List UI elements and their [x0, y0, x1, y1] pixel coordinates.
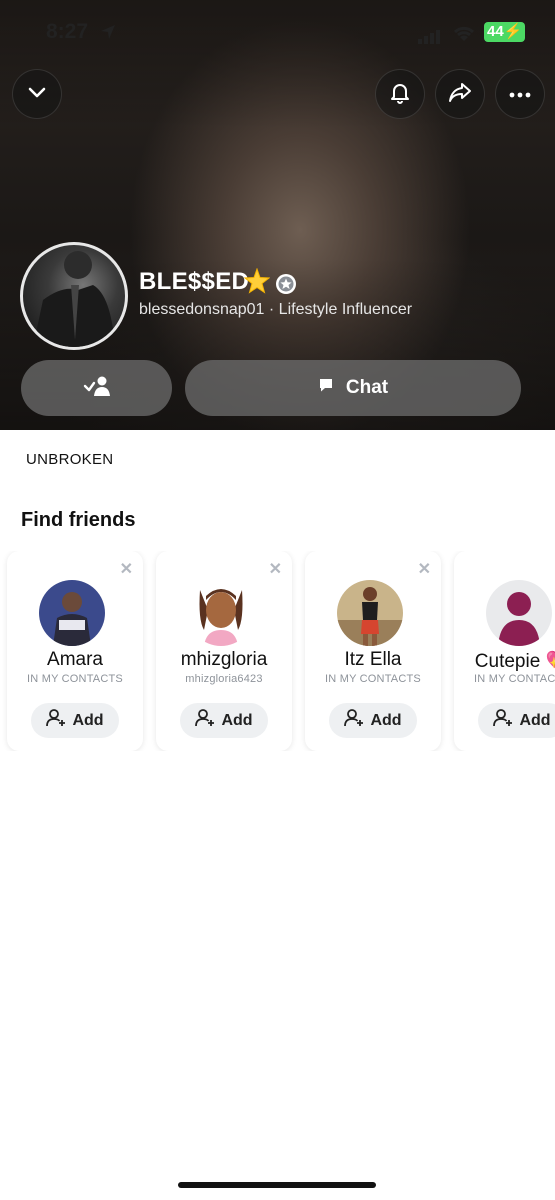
- add-label: Add: [519, 711, 551, 729]
- profile-header: 8:27 44⚡ BLE$$ED blessedonsnap01 · Lifes…: [0, 0, 555, 430]
- home-indicator[interactable]: [178, 1182, 376, 1188]
- share-button[interactable]: [435, 69, 485, 119]
- friend-card[interactable]: ✕ Itz Ella IN MY CONTACTS Add: [305, 551, 441, 751]
- friend-card[interactable]: ✕ Cutepie 💖 IN MY CONTACTS Add: [454, 551, 555, 751]
- add-friend-icon: [493, 709, 519, 732]
- notifications-button[interactable]: [375, 69, 425, 119]
- status-bar: 8:27 44⚡: [0, 14, 555, 50]
- friend-subtitle: IN MY CONTACTS: [474, 673, 555, 685]
- add-friend-icon: [195, 709, 221, 732]
- chat-bubble-icon: [318, 377, 346, 399]
- find-friends-title: Find friends: [21, 509, 136, 531]
- friend-card[interactable]: ✕ Amara IN MY CONTACTS Add: [7, 551, 143, 751]
- friend-subtitle: IN MY CONTACTS: [325, 673, 421, 685]
- battery-level: 44: [487, 23, 504, 40]
- battery-indicator: 44⚡: [484, 22, 526, 42]
- friend-avatar: [337, 580, 403, 646]
- location-arrow-icon: [100, 22, 116, 46]
- display-name: BLE$$ED: [139, 268, 250, 295]
- profile-category: Lifestyle Influencer: [278, 301, 413, 318]
- friend-avatar: [188, 580, 254, 646]
- add-friend-button[interactable]: Add: [31, 703, 119, 738]
- add-friend-button[interactable]: Add: [180, 703, 268, 738]
- avatar-photo: [33, 251, 115, 347]
- share-arrow-icon: [447, 80, 473, 109]
- add-label: Add: [370, 711, 402, 729]
- collapse-button[interactable]: [12, 69, 62, 119]
- wifi-icon: [452, 24, 476, 48]
- friend-avatar: [39, 580, 105, 646]
- friend-name: Itz Ella: [344, 649, 402, 670]
- star-emoji: [243, 267, 271, 299]
- friend-card[interactable]: ✕ mhizgloria mhizgloria6423 Add: [156, 551, 292, 751]
- add-friend-button[interactable]: Add: [478, 703, 555, 738]
- chat-button[interactable]: Chat: [185, 360, 521, 416]
- profile-bio: UNBROKEN: [26, 451, 114, 468]
- friend-status-button[interactable]: [21, 360, 172, 416]
- add-friend-icon: [46, 709, 72, 732]
- star-badge-icon: [275, 273, 297, 300]
- chat-label: Chat: [345, 377, 389, 398]
- subtitle-separator: ·: [268, 301, 275, 318]
- find-friends-carousel[interactable]: ✕ Amara IN MY CONTACTS Add ✕ mhizgloria …: [0, 551, 555, 751]
- more-options-button[interactable]: [495, 69, 545, 119]
- signal-icon: [418, 26, 442, 50]
- friend-name: Amara: [47, 649, 103, 670]
- profile-avatar[interactable]: [20, 242, 128, 350]
- friend-check-icon: [83, 375, 111, 402]
- status-time: 8:27: [46, 20, 89, 43]
- username: blessedonsnap01: [139, 301, 265, 318]
- close-icon[interactable]: ✕: [418, 559, 431, 579]
- close-icon[interactable]: ✕: [120, 559, 133, 579]
- add-friend-button[interactable]: Add: [329, 703, 417, 738]
- add-label: Add: [221, 711, 253, 729]
- friend-avatar-placeholder: [486, 580, 552, 646]
- close-icon[interactable]: ✕: [269, 559, 282, 579]
- add-friend-icon: [344, 709, 370, 732]
- friend-name: Cutepie 💖: [474, 651, 555, 672]
- more-dots-icon: [509, 85, 531, 103]
- profile-subtitle: blessedonsnap01 · Lifestyle Influencer: [139, 301, 412, 319]
- friend-name: mhizgloria: [180, 649, 268, 670]
- add-label: Add: [72, 711, 104, 729]
- chevron-down-icon: [26, 81, 48, 108]
- friend-subtitle: mhizgloria6423: [185, 673, 263, 685]
- friend-subtitle: IN MY CONTACTS: [27, 673, 123, 685]
- bell-icon: [388, 80, 412, 109]
